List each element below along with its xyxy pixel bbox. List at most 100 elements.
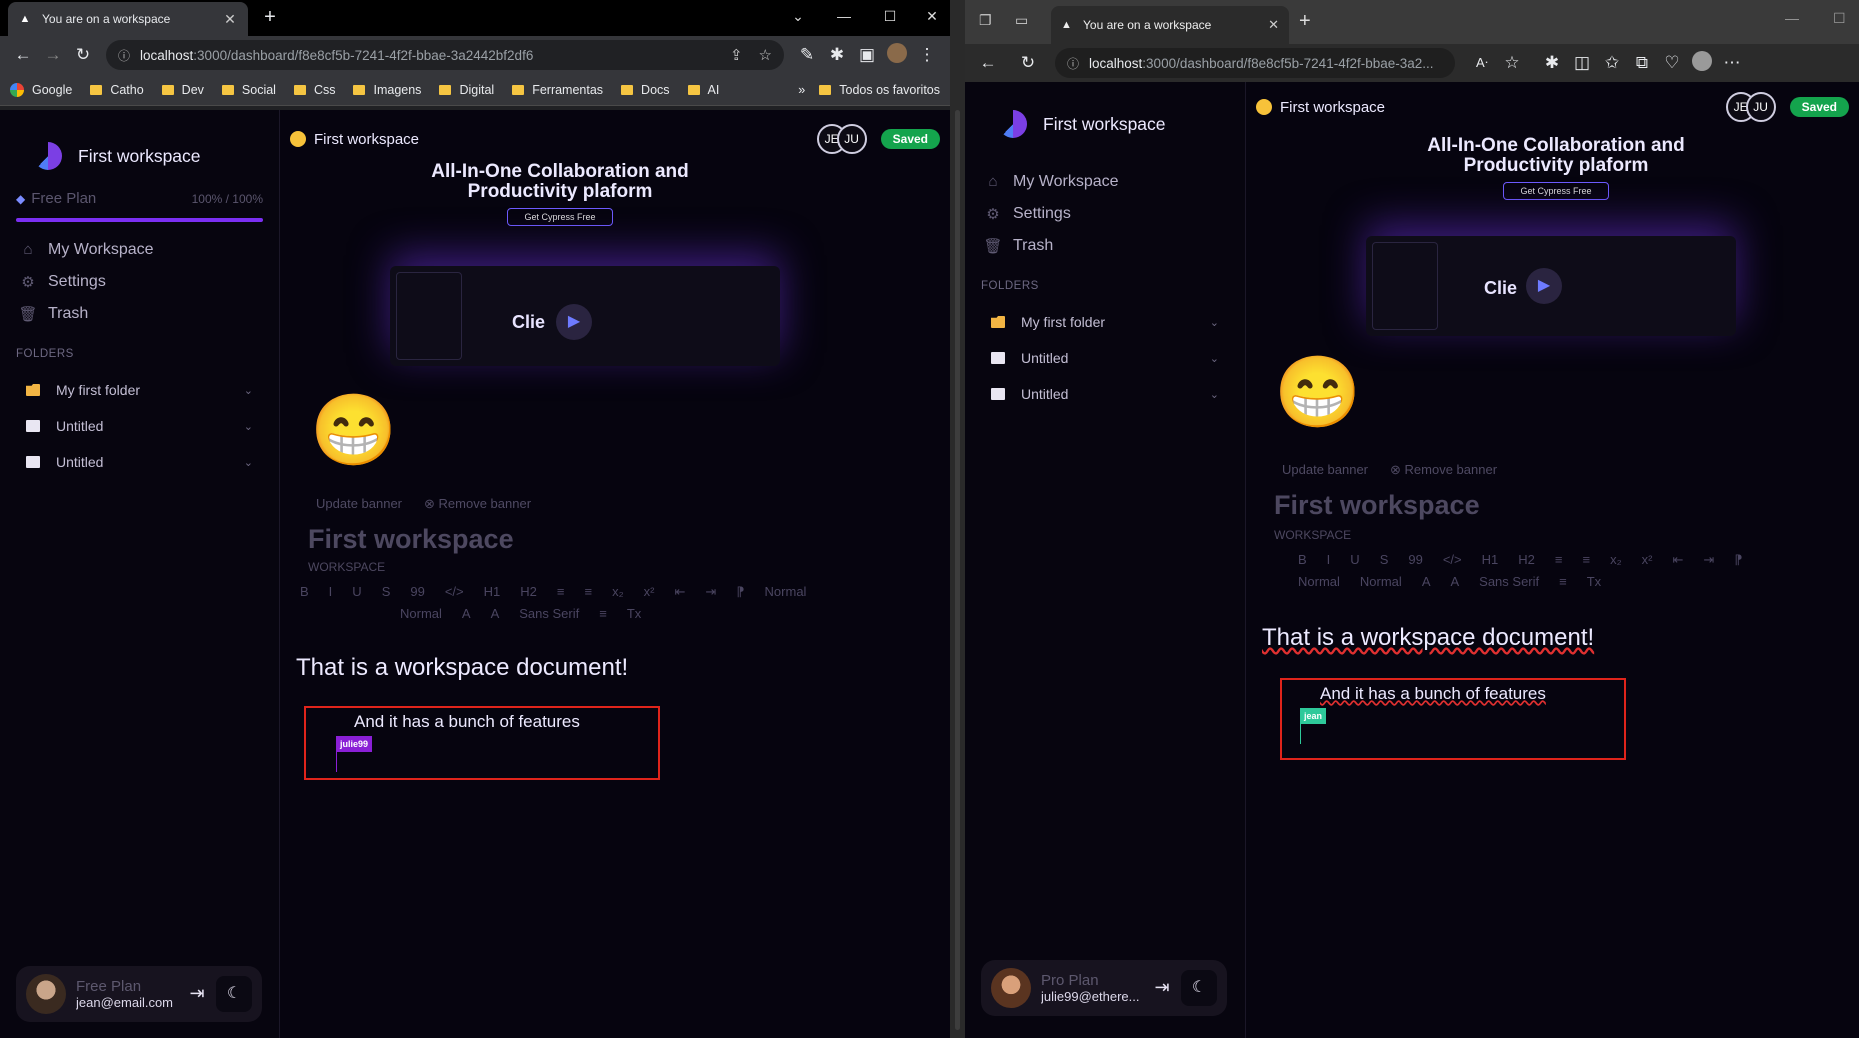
folder-item[interactable]: Untitled ⌄: [26, 444, 253, 480]
bookmark-folder[interactable]: Digital: [439, 83, 494, 97]
nav-trash[interactable]: 🗑 Trash: [18, 298, 258, 330]
site-info-icon[interactable]: ⓘ: [118, 47, 140, 64]
workspaces-icon[interactable]: ❐: [979, 12, 992, 29]
health-icon[interactable]: ♡: [1657, 53, 1687, 73]
toolbar-button[interactable]: H1: [1482, 552, 1499, 568]
nav-settings[interactable]: ⚙ Settings: [18, 266, 258, 298]
toolbar-button[interactable]: ≡: [557, 584, 565, 600]
bookmark-folder[interactable]: AI: [687, 83, 719, 97]
tab-search-icon[interactable]: ⌄: [776, 0, 820, 32]
banner-cta-button[interactable]: Get Cypress Free: [1503, 182, 1609, 200]
read-aloud-icon[interactable]: Aᐧ: [1467, 55, 1497, 71]
update-banner-button[interactable]: Update banner: [1282, 462, 1368, 478]
toolbar-button[interactable]: Normal: [1298, 574, 1340, 589]
toolbar-button[interactable]: A: [1450, 574, 1459, 589]
toolbar-button[interactable]: A: [1422, 574, 1431, 589]
extensions-icon[interactable]: ✱: [1537, 53, 1567, 73]
all-bookmarks[interactable]: Todos os favoritos: [819, 83, 940, 97]
avatar[interactable]: JU: [836, 124, 867, 154]
workspace-switcher[interactable]: First workspace: [999, 110, 1166, 138]
document-line[interactable]: And it has a bunch of features: [354, 712, 580, 732]
toolbar-button[interactable]: I: [329, 584, 333, 600]
folder-item[interactable]: Untitled ⌄: [991, 340, 1219, 376]
star-icon[interactable]: ☆: [759, 46, 772, 64]
more-bookmarks-button[interactable]: »: [798, 83, 805, 97]
toolbar-button[interactable]: ≡: [1559, 574, 1567, 589]
menu-icon[interactable]: ⋮: [912, 45, 942, 65]
toolbar-button[interactable]: x₂: [1610, 552, 1622, 568]
window-divider[interactable]: [950, 0, 965, 1038]
folder-item[interactable]: My first folder ⌄: [26, 372, 253, 408]
logout-icon[interactable]: ⇥: [186, 983, 208, 1005]
chevron-down-icon[interactable]: ⌄: [244, 384, 253, 397]
toolbar-button[interactable]: H2: [520, 584, 537, 600]
bookmark-folder[interactable]: Css: [293, 83, 335, 97]
maximize-button[interactable]: ☐: [1833, 10, 1846, 27]
toolbar-button[interactable]: Normal: [765, 584, 807, 600]
scrollbar[interactable]: [955, 110, 960, 1030]
toolbar-button[interactable]: B: [1298, 552, 1307, 568]
profile-avatar[interactable]: [882, 42, 912, 68]
toolbar-button[interactable]: ⁋: [736, 584, 744, 600]
collections-icon[interactable]: ⧉: [1627, 53, 1657, 73]
toolbar-button[interactable]: ⁋: [1734, 552, 1742, 568]
chevron-down-icon[interactable]: ⌄: [1210, 388, 1219, 401]
split-screen-icon[interactable]: ◫: [1567, 53, 1597, 73]
menu-icon[interactable]: ⋯: [1717, 53, 1747, 73]
bookmark-google[interactable]: Google: [10, 82, 72, 97]
toolbar-button[interactable]: x²: [1642, 552, 1653, 568]
toolbar-button[interactable]: B: [300, 584, 309, 600]
sidepanel-icon[interactable]: ▣: [852, 45, 882, 65]
address-bar[interactable]: ⓘ localhost :3000/dashboard/f8e8cf5b-724…: [106, 40, 784, 70]
chevron-down-icon[interactable]: ⌄: [244, 456, 253, 469]
play-icon[interactable]: ▶: [1526, 268, 1562, 304]
maximize-button[interactable]: ☐: [868, 0, 912, 32]
nav-trash[interactable]: 🗑 Trash: [983, 230, 1223, 262]
bookmark-folder[interactable]: Social: [221, 83, 276, 97]
forward-icon[interactable]: →: [38, 45, 68, 65]
document-title[interactable]: First workspace: [308, 524, 514, 555]
document-line[interactable]: And it has a bunch of features: [1320, 684, 1546, 704]
document-heading[interactable]: That is a workspace document!: [1262, 624, 1594, 652]
browser-tab[interactable]: ▲ You are on a workspace ✕: [8, 2, 248, 36]
chevron-down-icon[interactable]: ⌄: [244, 420, 253, 433]
toolbar-button[interactable]: Normal: [1360, 574, 1402, 589]
workspace-switcher[interactable]: First workspace: [34, 142, 201, 170]
new-tab-button[interactable]: +: [1299, 10, 1311, 33]
toolbar-button[interactable]: ⇥: [1703, 552, 1714, 568]
toolbar-button[interactable]: Sans Serif: [1479, 574, 1539, 589]
address-bar[interactable]: ⓘ localhost :3000/dashboard/f8e8cf5b-724…: [1055, 48, 1455, 78]
bookmark-folder[interactable]: Docs: [621, 83, 670, 97]
banner-cta-button[interactable]: Get Cypress Free: [507, 208, 613, 226]
bookmark-folder[interactable]: Ferramentas: [512, 83, 603, 97]
minimize-button[interactable]: —: [822, 0, 866, 32]
moon-icon[interactable]: ☾: [216, 976, 252, 1012]
bookmark-folder[interactable]: Dev: [161, 83, 204, 97]
folder-item[interactable]: Untitled ⌄: [991, 376, 1219, 412]
toolbar-button[interactable]: </>: [1443, 552, 1462, 568]
chevron-down-icon[interactable]: ⌄: [1210, 316, 1219, 329]
toolbar-button[interactable]: ≡: [599, 606, 607, 621]
emoji-icon[interactable]: 😁: [310, 390, 397, 470]
profile-avatar[interactable]: [1687, 50, 1717, 76]
document-title[interactable]: First workspace: [1274, 490, 1480, 521]
toolbar-button[interactable]: ≡: [584, 584, 592, 600]
bookmark-folder[interactable]: Catho: [90, 83, 144, 97]
toolbar-button[interactable]: Tx: [627, 606, 641, 621]
minimize-button[interactable]: —: [1785, 10, 1799, 26]
toolbar-button[interactable]: S: [1380, 552, 1389, 568]
new-tab-button[interactable]: +: [258, 6, 282, 29]
extensions-icon[interactable]: ✱: [822, 45, 852, 65]
toolbar-button[interactable]: 99: [1408, 552, 1422, 568]
close-tab-icon[interactable]: ✕: [1268, 17, 1279, 33]
tab-actions-icon[interactable]: ▭: [1015, 12, 1028, 29]
update-banner-button[interactable]: Update banner: [316, 496, 402, 512]
document-heading[interactable]: That is a workspace document!: [296, 654, 628, 682]
toolbar-button[interactable]: ⇤: [674, 584, 685, 600]
emoji-icon[interactable]: 😁: [1274, 352, 1361, 432]
nav-my-workspace[interactable]: ⌂ My Workspace: [18, 234, 258, 266]
toolbar-button[interactable]: A: [491, 606, 500, 621]
nav-my-workspace[interactable]: ⌂ My Workspace: [983, 166, 1223, 198]
toolbar-button[interactable]: H2: [1518, 552, 1535, 568]
remove-banner-button[interactable]: ⊗ Remove banner: [1390, 462, 1497, 478]
